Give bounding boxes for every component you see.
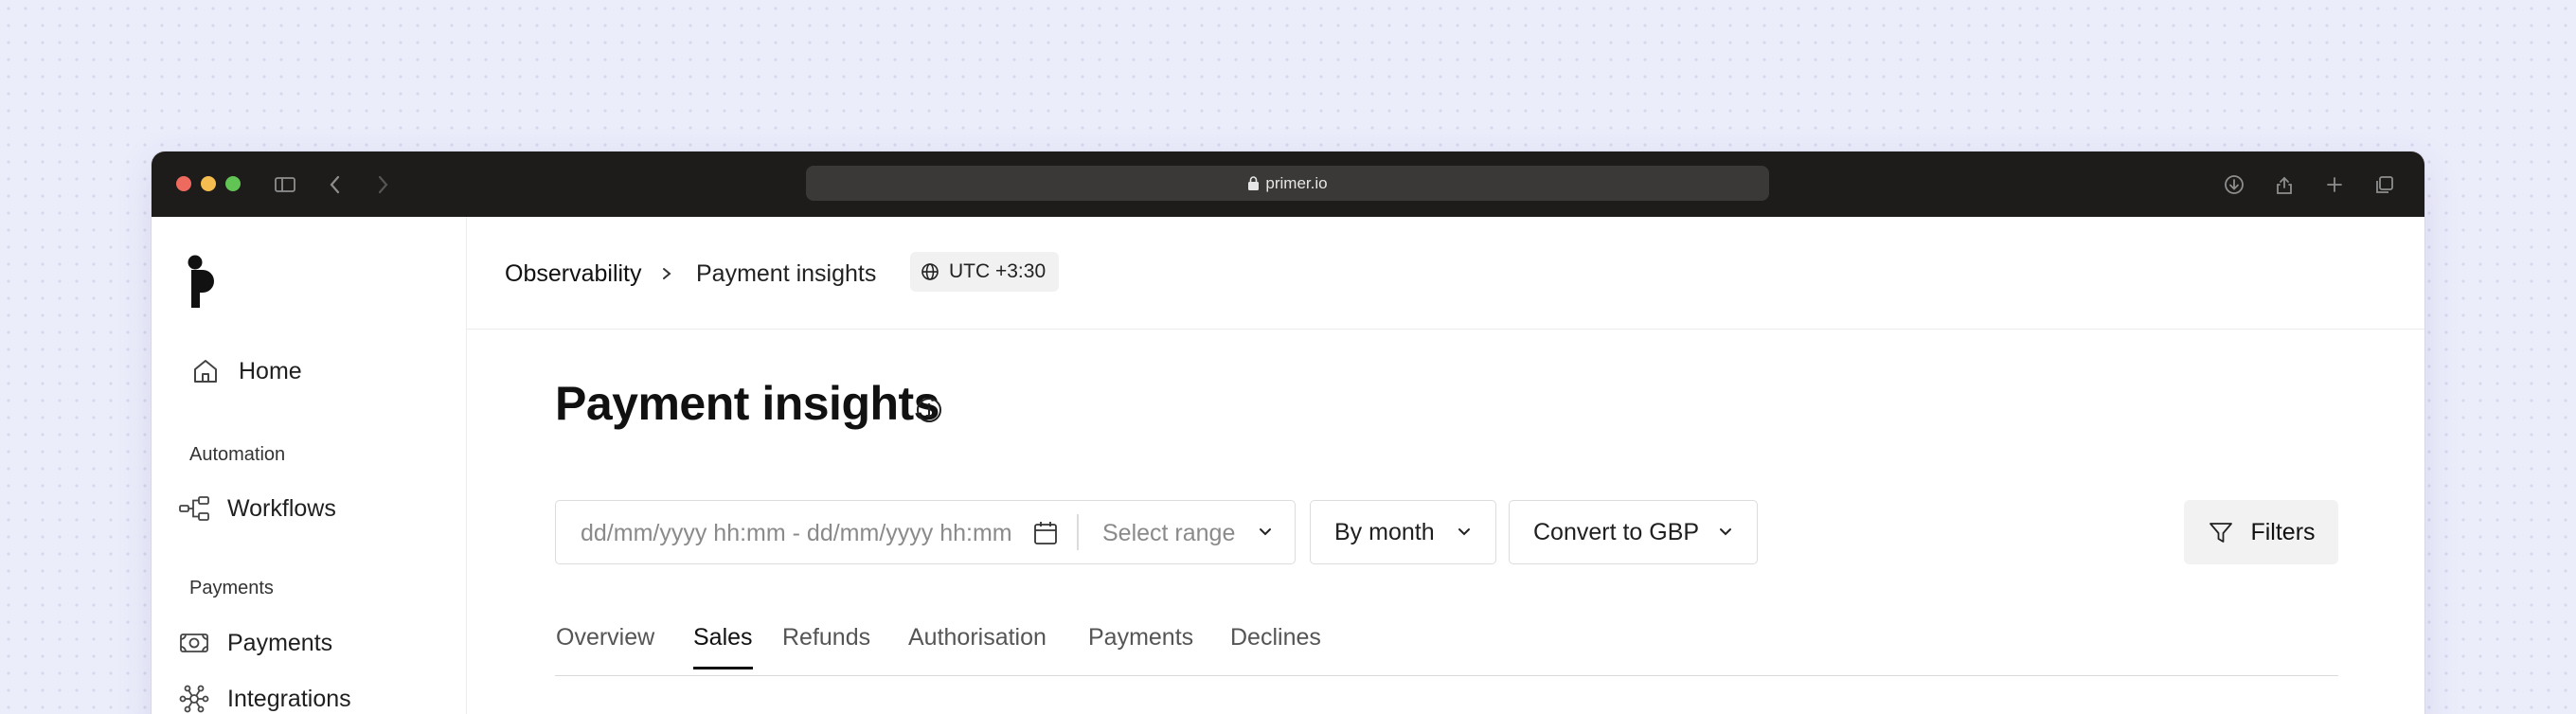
- sidebar-section-payments: Payments: [189, 578, 274, 598]
- breadcrumb-payment-insights: Payment insights: [696, 260, 877, 287]
- top-bar: Observability Payment insights UTC +3:30: [467, 217, 2424, 330]
- sidebar: Home Automation Workflows Payments Payme…: [152, 217, 467, 714]
- sidebar-item-integrations[interactable]: Integrations: [178, 683, 351, 714]
- share-icon[interactable]: [2271, 171, 2298, 198]
- sidebar-item-label: Payments: [227, 629, 333, 656]
- tab-bar: Overview Sales Refunds Authorisation Pay…: [555, 624, 2338, 676]
- tab-payments[interactable]: Payments: [1088, 624, 1193, 669]
- breadcrumb-observability[interactable]: Observability: [505, 260, 642, 288]
- globe-icon: [921, 263, 939, 280]
- grouping-value: By month: [1334, 518, 1435, 545]
- currency-value: Convert to GBP: [1533, 518, 1700, 545]
- date-range-divider: [1077, 514, 1079, 550]
- timezone-label: UTC +3:30: [949, 260, 1046, 282]
- new-tab-icon[interactable]: [2321, 171, 2348, 198]
- tab-overview[interactable]: Overview: [556, 624, 654, 669]
- tab-refunds[interactable]: Refunds: [782, 624, 870, 669]
- close-window-button[interactable]: [176, 176, 191, 191]
- filters-button[interactable]: Filters: [2184, 500, 2338, 564]
- tab-overview-icon[interactable]: [2371, 171, 2398, 198]
- back-icon[interactable]: [322, 171, 349, 198]
- sidebar-section-automation: Automation: [189, 444, 286, 465]
- chevron-down-icon: [1720, 528, 1731, 536]
- chevron-down-icon: [1458, 528, 1470, 536]
- filter-icon: [2209, 523, 2233, 543]
- sidebar-item-workflows[interactable]: Workflows: [178, 492, 336, 525]
- date-range-picker[interactable]: dd/mm/yyyy hh:mm - dd/mm/yyyy hh:mm Sele…: [555, 500, 1296, 564]
- sidebar-toggle-icon[interactable]: [272, 171, 298, 198]
- home-icon: [194, 360, 217, 383]
- page-title: Payment insights: [555, 377, 940, 430]
- date-range-input[interactable]: dd/mm/yyyy hh:mm - dd/mm/yyyy hh:mm: [581, 520, 1012, 547]
- select-range-dropdown[interactable]: Select range: [1102, 520, 1235, 547]
- calendar-icon[interactable]: [1031, 519, 1060, 547]
- money-icon: [180, 634, 208, 652]
- timezone-badge[interactable]: UTC +3:30: [910, 252, 1060, 292]
- address-bar[interactable]: primer.io: [806, 166, 1769, 201]
- tab-authorisation[interactable]: Authorisation: [908, 624, 1046, 669]
- sidebar-item-label: Integrations: [227, 685, 351, 712]
- info-icon[interactable]: [915, 396, 943, 424]
- workflow-icon: [179, 496, 209, 521]
- chevron-right-icon: [663, 268, 671, 279]
- sidebar-item-label: Workflows: [227, 494, 336, 522]
- grouping-dropdown[interactable]: By month: [1310, 500, 1496, 564]
- maximize-window-button[interactable]: [225, 176, 241, 191]
- download-icon[interactable]: [2221, 171, 2247, 198]
- sidebar-item-home[interactable]: Home: [189, 355, 302, 387]
- url-text: primer.io: [1265, 173, 1328, 192]
- currency-dropdown[interactable]: Convert to GBP: [1509, 500, 1758, 564]
- integrations-icon: [179, 685, 209, 713]
- chevron-down-icon: [1260, 528, 1271, 536]
- main-content: Observability Payment insights UTC +3:30…: [467, 217, 2424, 714]
- sidebar-item-label: Home: [239, 357, 302, 384]
- filters-label: Filters: [2250, 518, 2316, 545]
- primer-logo-icon: [188, 255, 214, 308]
- lock-icon: [1248, 176, 1260, 190]
- sidebar-item-payments[interactable]: Payments: [178, 627, 332, 659]
- minimize-window-button[interactable]: [201, 176, 216, 191]
- tab-declines[interactable]: Declines: [1230, 624, 1321, 669]
- browser-window: primer.io Home Automation Workflows Paym…: [152, 152, 2424, 714]
- forward-icon[interactable]: [369, 171, 396, 198]
- browser-titlebar: primer.io: [152, 152, 2424, 217]
- tab-sales[interactable]: Sales: [693, 624, 753, 669]
